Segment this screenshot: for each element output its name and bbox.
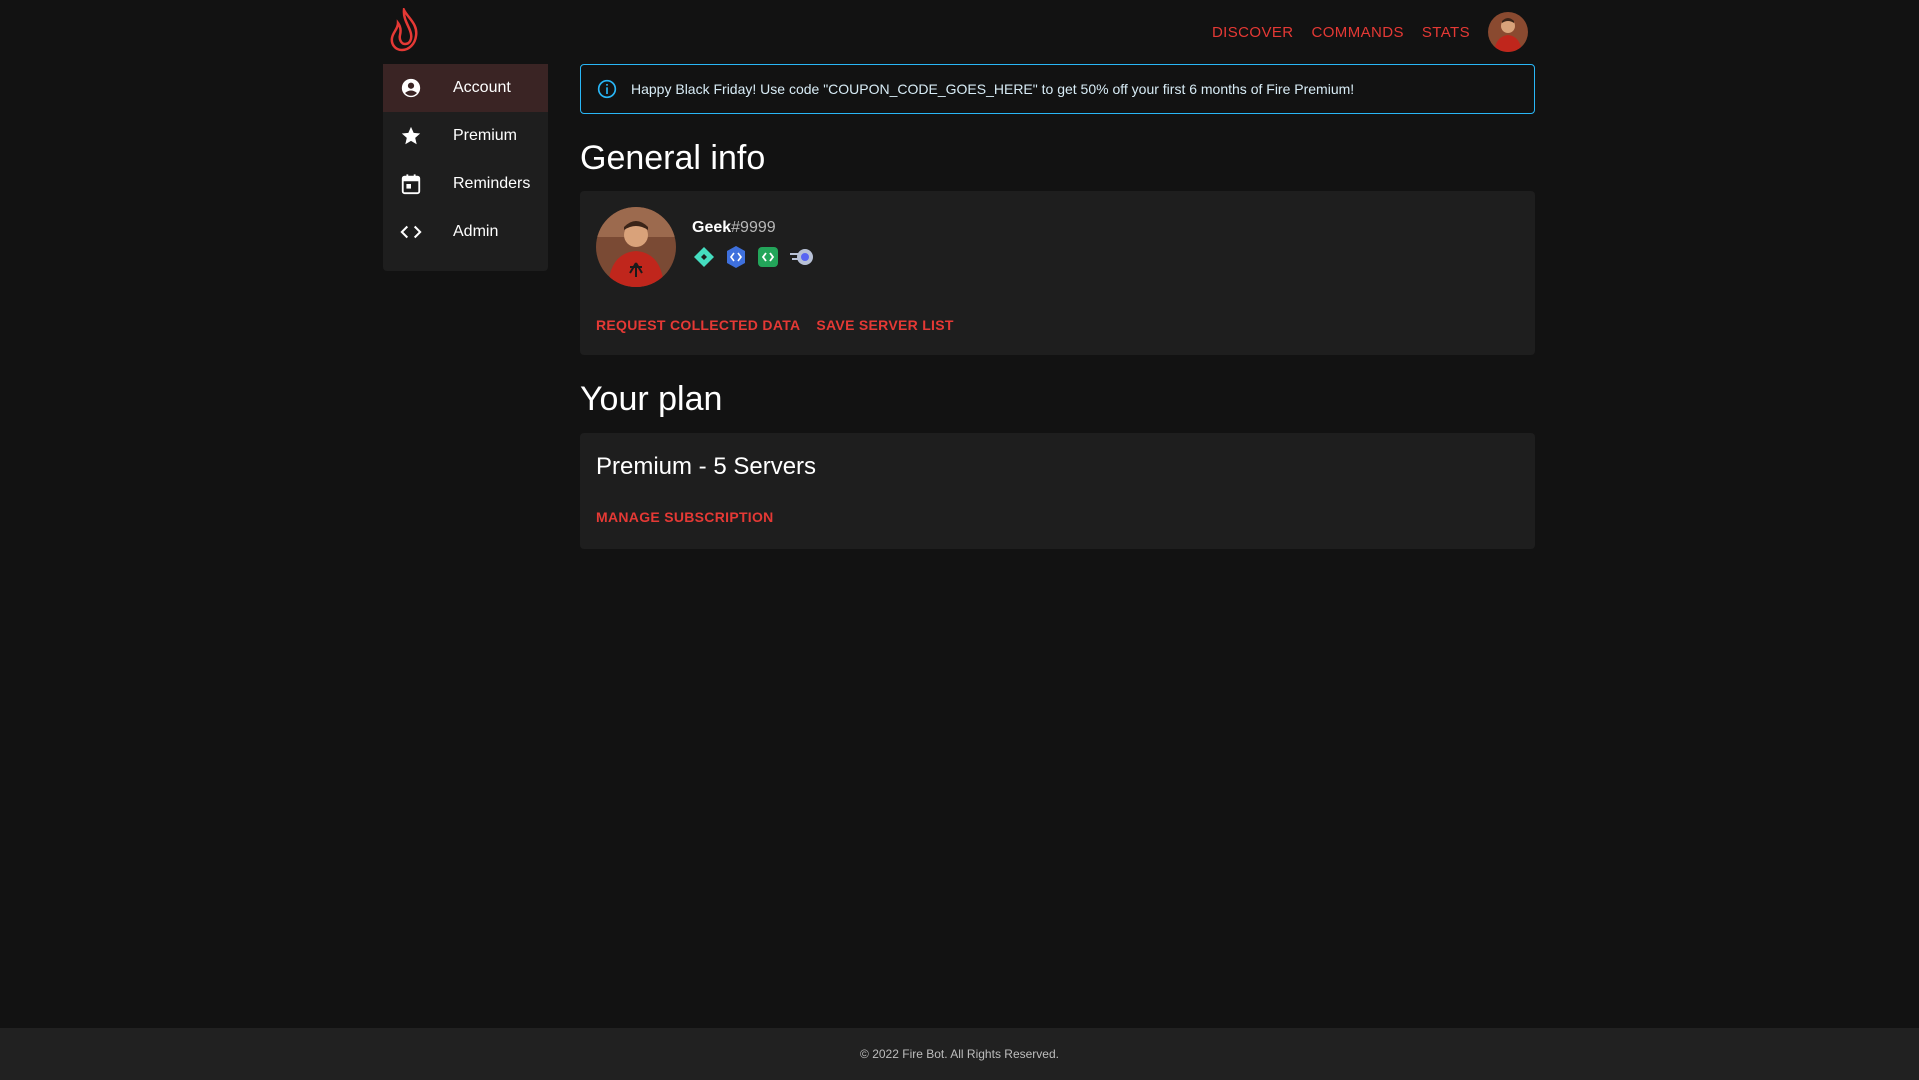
manage-subscription-button[interactable]: MANAGE SUBSCRIPTION [596,509,774,525]
alert-text: Happy Black Friday! Use code "COUPON_COD… [631,81,1355,97]
user-avatar-button[interactable] [1488,12,1528,52]
plan-card: Premium - 5 Servers MANAGE SUBSCRIPTION [580,432,1535,549]
sidebar: Account Premium Reminders Admin [383,64,548,271]
profile-card: Geek#9999 REQUEST COLLECTED DATA SAVE SE… [580,191,1535,356]
sidebar-item-label: Premium [453,127,518,144]
hypesquad-balance-icon [692,245,716,269]
sidebar-item-label: Reminders [453,175,531,192]
fire-logo-icon[interactable] [384,5,424,52]
code-icon [399,220,423,244]
star-icon [399,124,423,148]
top-nav: DISCOVER COMMANDS STATS [1194,10,1528,54]
your-plan-title: Your plan [580,380,723,419]
account-circle-icon [399,76,423,100]
general-info-title: General info [580,139,766,177]
sidebar-item-label: Admin [453,223,499,240]
main-content: Happy Black Friday! Use code "COUPON_COD… [580,64,1535,549]
request-collected-data-button[interactable]: REQUEST COLLECTED DATA [596,317,800,333]
avatar [596,207,676,288]
active-developer-icon [756,245,780,269]
promo-alert: Happy Black Friday! Use code "COUPON_COD… [580,64,1535,114]
sidebar-item-premium[interactable]: Premium [383,112,548,160]
username: Geek#9999 [692,219,820,237]
nitro-icon [788,245,813,269]
sidebar-item-account[interactable]: Account [383,64,548,112]
footer: © 2022 Fire Bot. All Rights Reserved. [0,1028,1919,1080]
calendar-icon [399,172,423,196]
plan-name: Premium - 5 Servers [596,452,817,480]
save-server-list-button[interactable]: SAVE SERVER LIST [816,317,953,333]
info-icon [597,79,617,99]
nav-stats-link[interactable]: STATS [1422,24,1470,41]
badge-list [692,245,820,269]
sidebar-item-admin[interactable]: Admin [383,208,548,256]
nav-commands-link[interactable]: COMMANDS [1312,24,1404,41]
username-discriminator: #9999 [731,219,776,237]
nav-discover-link[interactable]: DISCOVER [1212,24,1294,41]
sidebar-item-label: Account [453,79,511,96]
footer-copyright: © 2022 Fire Bot. All Rights Reserved. [860,1047,1059,1061]
username-name: Geek [692,219,732,237]
verified-developer-icon [724,245,748,269]
sidebar-item-reminders[interactable]: Reminders [383,160,548,208]
